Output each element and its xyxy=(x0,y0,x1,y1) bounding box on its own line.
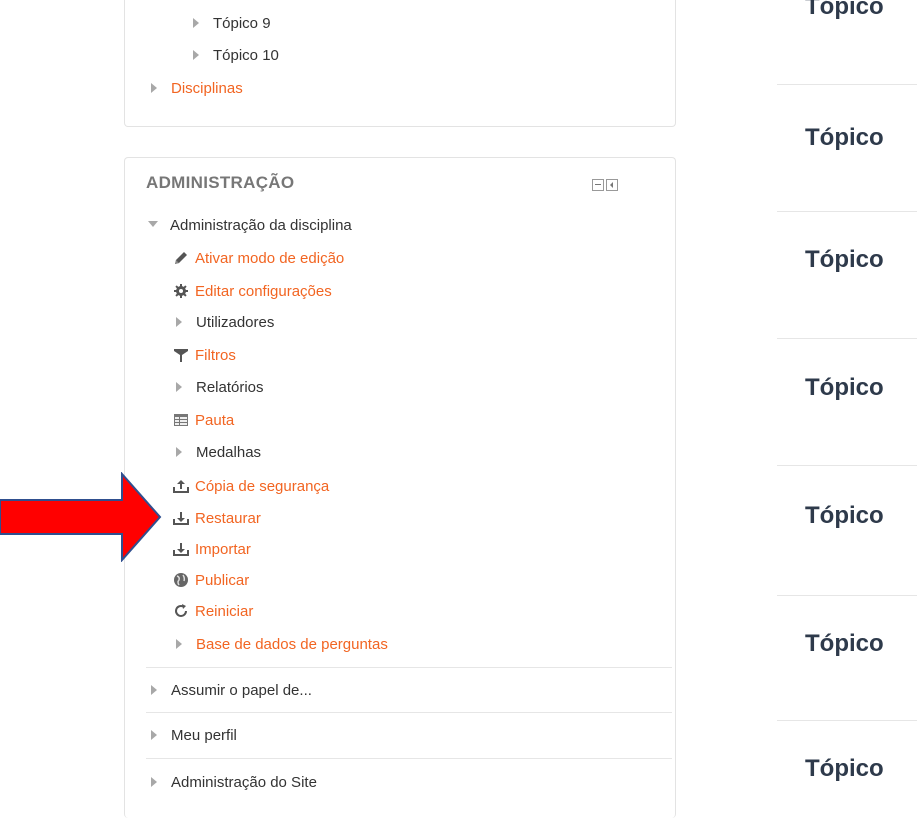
topic-heading: Tópico xyxy=(805,124,884,151)
filters-link[interactable]: Filtros xyxy=(173,345,236,367)
import-link[interactable]: Importar xyxy=(173,539,251,561)
badges-node[interactable]: Medalhas xyxy=(176,442,261,464)
topic-divider xyxy=(777,84,917,85)
reset-link[interactable]: Reiniciar xyxy=(173,601,253,623)
expand-arrow-icon xyxy=(176,639,182,650)
annotation-arrow-icon xyxy=(0,472,162,562)
publish-link[interactable]: Publicar xyxy=(173,570,249,592)
dock-block-icon[interactable] xyxy=(606,179,618,191)
edit-settings-link[interactable]: Editar configurações xyxy=(173,281,332,303)
gradebook-link[interactable]: Pauta xyxy=(173,410,234,432)
expand-arrow-icon xyxy=(151,685,157,696)
globe-icon xyxy=(173,572,189,588)
expand-arrow-icon xyxy=(193,18,199,29)
expand-arrow-icon xyxy=(151,730,157,741)
my-profile-node[interactable]: Meu perfil xyxy=(151,725,237,747)
expand-arrow-icon xyxy=(176,447,182,458)
pencil-icon xyxy=(173,250,189,266)
block-controls xyxy=(590,179,618,197)
nav-item-courses[interactable]: Disciplinas xyxy=(151,78,243,100)
turn-editing-on-link[interactable]: Ativar modo de edição xyxy=(173,248,344,270)
download-icon xyxy=(173,510,189,526)
topic-divider xyxy=(777,595,917,596)
nav-item-topic-9[interactable]: Tópico 9 xyxy=(193,13,271,35)
topic-heading: Tópico xyxy=(805,630,884,657)
table-icon xyxy=(173,412,189,428)
users-node[interactable]: Utilizadores xyxy=(176,312,274,334)
expand-arrow-icon xyxy=(151,83,157,94)
topic-divider xyxy=(777,338,917,339)
topic-heading: Tópico xyxy=(805,246,884,273)
backup-link[interactable]: Cópia de segurança xyxy=(173,476,329,498)
expand-arrow-icon xyxy=(176,382,182,393)
expand-arrow-icon xyxy=(193,50,199,61)
refresh-icon xyxy=(173,603,189,619)
expand-arrow-icon xyxy=(176,317,182,328)
site-administration-node[interactable]: Administração do Site xyxy=(151,772,317,794)
download-icon xyxy=(173,541,189,557)
filter-icon xyxy=(173,347,189,363)
upload-icon xyxy=(173,478,189,494)
collapse-block-icon[interactable] xyxy=(592,179,604,191)
expand-arrow-icon xyxy=(151,777,157,788)
topic-divider xyxy=(777,465,917,466)
question-bank-node[interactable]: Base de dados de perguntas xyxy=(176,634,388,656)
topic-heading: Tópico xyxy=(805,755,884,782)
switch-role-node[interactable]: Assumir o papel de... xyxy=(151,680,312,702)
topic-heading: Tópico xyxy=(805,0,884,20)
divider xyxy=(146,758,672,759)
topic-heading: Tópico xyxy=(805,502,884,529)
collapse-arrow-icon xyxy=(148,221,158,228)
gear-icon xyxy=(173,283,189,299)
block-title: ADMINISTRAÇÃO xyxy=(146,173,295,192)
reports-node[interactable]: Relatórios xyxy=(176,377,264,399)
topic-heading: Tópico xyxy=(805,374,884,401)
topic-divider xyxy=(777,211,917,212)
divider xyxy=(146,667,672,668)
course-administration-node[interactable]: Administração da disciplina xyxy=(148,215,352,237)
restore-link[interactable]: Restaurar xyxy=(173,508,261,530)
nav-item-topic-10[interactable]: Tópico 10 xyxy=(193,45,279,67)
divider xyxy=(146,712,672,713)
topic-divider xyxy=(777,720,917,721)
